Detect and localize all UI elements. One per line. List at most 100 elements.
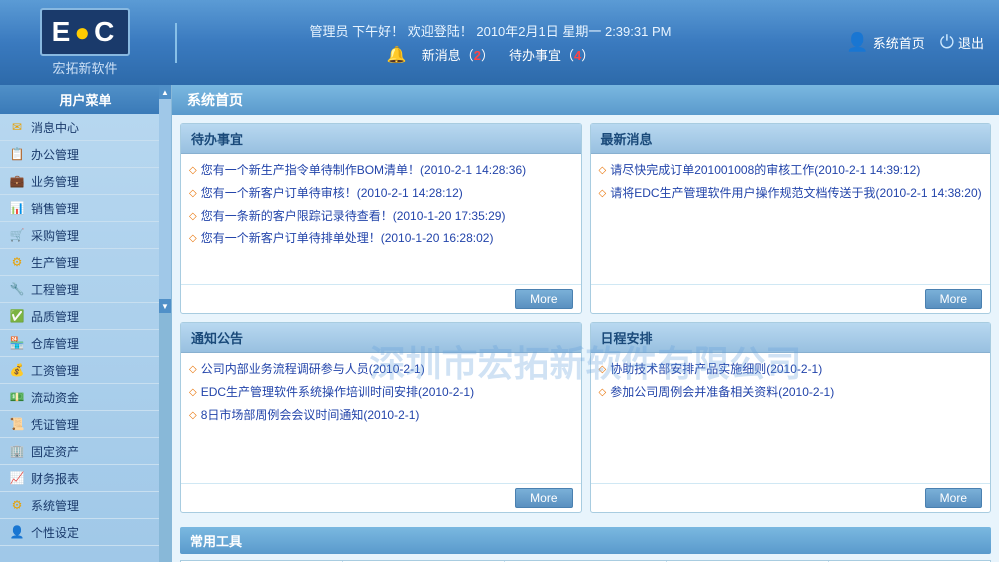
schedule-item-1[interactable]: 协助技术部安排产品实施细则(2010-2-1) bbox=[610, 361, 822, 378]
pending-text: 待办事宜（ bbox=[509, 48, 574, 63]
home-icon: 👤 bbox=[846, 32, 868, 53]
diamond-icon: ◇ bbox=[599, 187, 607, 201]
sidebar-item-warehouse[interactable]: 🏪 仓库管理 bbox=[0, 330, 171, 357]
sidebar-label-salary: 工资管理 bbox=[31, 362, 79, 379]
schedule-more-button[interactable]: More bbox=[925, 488, 982, 508]
logout-label: 退出 bbox=[958, 33, 984, 52]
personal-icon: 👤 bbox=[8, 523, 26, 541]
home-button[interactable]: 👤 系统首页 bbox=[846, 32, 924, 53]
sidebar-item-salary[interactable]: 💰 工资管理 bbox=[0, 357, 171, 384]
scroll-down-button[interactable]: ▼ bbox=[159, 299, 171, 313]
logout-button[interactable]: ⏻ 退出 bbox=[940, 32, 984, 53]
scroll-up-button[interactable]: ▲ bbox=[159, 85, 171, 99]
pending-item-1[interactable]: 您有一个新生产指令单待制作BOM清单！(2010-2-1 14:28:36) bbox=[201, 162, 526, 179]
sidebar-item-office[interactable]: 📋 办公管理 bbox=[0, 141, 171, 168]
header-center: 管理员 下午好！ 欢迎登陆！ 2010年2月1日 星期一 2:39:31 PM … bbox=[182, 21, 799, 65]
panel-notice: 通知公告 ◇ 公司内部业务流程调研参与人员(2010-2-1) ◇ EDC生产管… bbox=[180, 322, 582, 513]
diamond-icon: ◇ bbox=[189, 232, 197, 246]
list-item: ◇ 您有一个新客户订单待排单处理！(2010-1-20 16:28:02) bbox=[189, 230, 573, 247]
sidebar-item-production[interactable]: ⚙ 生产管理 bbox=[0, 249, 171, 276]
sidebar-title: 用户菜单 bbox=[0, 85, 171, 114]
main: 用户菜单 ✉ 消息中心 📋 办公管理 💼 业务管理 📊 销售管理 bbox=[0, 85, 999, 562]
diamond-icon: ◇ bbox=[189, 409, 197, 423]
news-item-2[interactable]: 请将EDC生产管理软件用户操作规范文档传送于我(2010-2-1 14:38:2… bbox=[610, 185, 981, 202]
sidebar-item-engineering[interactable]: 🔧 工程管理 bbox=[0, 276, 171, 303]
panel-schedule-body: ◇ 协助技术部安排产品实施细则(2010-2-1) ◇ 参加公司周例会并准备相关… bbox=[591, 353, 991, 483]
bell-icon: 🔔 bbox=[387, 45, 407, 65]
header: E●C 宏拓新软件 管理员 下午好！ 欢迎登陆！ 2010年2月1日 星期一 2… bbox=[0, 0, 999, 85]
sidebar-label-voucher: 凭证管理 bbox=[31, 416, 79, 433]
content-inner: 深圳市宏拓新软件有限公司 待办事宜 ◇ 您有一个新生产指令单待制作BOM清单！(… bbox=[172, 115, 999, 562]
panel-pending: 待办事宜 ◇ 您有一个新生产指令单待制作BOM清单！(2010-2-1 14:2… bbox=[180, 123, 582, 314]
sidebar-label-purchase: 采购管理 bbox=[31, 227, 79, 244]
sidebar-item-assets[interactable]: 🏢 固定资产 bbox=[0, 438, 171, 465]
pending-item-4[interactable]: 您有一个新客户订单待排单处理！(2010-1-20 16:28:02) bbox=[201, 230, 494, 247]
sidebar-item-sales[interactable]: 📊 销售管理 bbox=[0, 195, 171, 222]
panel-notice-footer: More bbox=[181, 483, 581, 512]
office-icon: 📋 bbox=[8, 145, 26, 163]
diamond-icon: ◇ bbox=[599, 386, 607, 400]
list-item: ◇ 您有一个新生产指令单待制作BOM清单！(2010-2-1 14:28:36) bbox=[189, 162, 573, 179]
list-item: ◇ 您有一条新的客户限踪记录待查看！(2010-1-20 17:35:29) bbox=[189, 208, 573, 225]
sidebar: 用户菜单 ✉ 消息中心 📋 办公管理 💼 业务管理 📊 销售管理 bbox=[0, 85, 172, 562]
list-item: ◇ 协助技术部安排产品实施细则(2010-2-1) bbox=[599, 361, 983, 378]
panel-notice-body: ◇ 公司内部业务流程调研参与人员(2010-2-1) ◇ EDC生产管理软件系统… bbox=[181, 353, 581, 483]
notice-item-1[interactable]: 公司内部业务流程调研参与人员(2010-2-1) bbox=[201, 361, 425, 378]
panel-news-title: 最新消息 bbox=[591, 124, 991, 154]
sidebar-item-purchase[interactable]: 🛒 采购管理 bbox=[0, 222, 171, 249]
list-item: ◇ 参加公司周例会并准备相关资料(2010-2-1) bbox=[599, 384, 983, 401]
sidebar-label-sysadmin: 系统管理 bbox=[31, 497, 79, 514]
list-item: ◇ EDC生产管理软件系统操作培训时间安排(2010-2-1) bbox=[189, 384, 573, 401]
sidebar-item-voucher[interactable]: 📜 凭证管理 bbox=[0, 411, 171, 438]
logo-subtitle: 宏拓新软件 bbox=[40, 58, 131, 77]
logo-e: E bbox=[52, 16, 75, 47]
sidebar-item-sysadmin[interactable]: ⚙ 系统管理 bbox=[0, 492, 171, 519]
pending-item-2[interactable]: 您有一个新客户订单待审核！(2010-2-1 14:28:12) bbox=[201, 185, 463, 202]
diamond-icon: ◇ bbox=[599, 363, 607, 377]
new-msg-end: ） bbox=[481, 48, 494, 63]
sidebar-scrollbar[interactable]: ▲ ▼ bbox=[159, 85, 171, 562]
schedule-item-2[interactable]: 参加公司周例会并准备相关资料(2010-2-1) bbox=[610, 384, 834, 401]
notice-item-2[interactable]: EDC生产管理软件系统操作培训时间安排(2010-2-1) bbox=[201, 384, 474, 401]
purchase-icon: 🛒 bbox=[8, 226, 26, 244]
panel-news: 最新消息 ◇ 请尽快完成订单201001008的审核工作(2010-2-1 14… bbox=[590, 123, 992, 314]
tools-section: 常用工具 万年日历 手机网络 世界时间 德政编码 ★market.salestw… bbox=[172, 521, 999, 562]
notice-more-button[interactable]: More bbox=[515, 488, 572, 508]
header-greeting: 管理员 下午好！ 欢迎登陆！ 2010年2月1日 星期一 2:39:31 PM bbox=[310, 21, 672, 40]
sidebar-label-production: 生产管理 bbox=[31, 254, 79, 271]
diamond-icon: ◇ bbox=[189, 386, 197, 400]
sidebar-label-quality: 品质管理 bbox=[31, 308, 79, 325]
diamond-icon: ◇ bbox=[189, 210, 197, 224]
news-more-button[interactable]: More bbox=[925, 289, 982, 309]
sales-icon: 📊 bbox=[8, 199, 26, 217]
header-right: 👤 系统首页 ⏻ 退出 bbox=[799, 32, 999, 53]
list-item: ◇ 请尽快完成订单201001008的审核工作(2010-2-1 14:39:1… bbox=[599, 162, 983, 179]
sidebar-item-message[interactable]: ✉ 消息中心 bbox=[0, 114, 171, 141]
sidebar-item-personal[interactable]: 👤 个性设定 bbox=[0, 519, 171, 546]
message-icon: ✉ bbox=[8, 118, 26, 136]
sidebar-label-assets: 固定资产 bbox=[31, 443, 79, 460]
quality-icon: ✅ bbox=[8, 307, 26, 325]
logo-c: C bbox=[94, 16, 118, 47]
sidebar-label-engineering: 工程管理 bbox=[31, 281, 79, 298]
pending-label: 待办事宜（4） bbox=[509, 45, 594, 64]
notice-item-3[interactable]: 8日市场部周例会会议时间通知(2010-2-1) bbox=[201, 407, 420, 424]
sidebar-item-business[interactable]: 💼 业务管理 bbox=[0, 168, 171, 195]
business-icon: 💼 bbox=[8, 172, 26, 190]
sidebar-item-finance[interactable]: 📈 财务报表 bbox=[0, 465, 171, 492]
cashflow-icon: 💵 bbox=[8, 388, 26, 406]
pending-more-button[interactable]: More bbox=[515, 289, 572, 309]
news-item-1[interactable]: 请尽快完成订单201001008的审核工作(2010-2-1 14:39:12) bbox=[610, 162, 920, 179]
new-msg-text: 新消息（ bbox=[422, 48, 474, 63]
list-item: ◇ 请将EDC生产管理软件用户操作规范文档传送于我(2010-2-1 14:38… bbox=[599, 185, 983, 202]
logo-box: E●C bbox=[40, 8, 131, 56]
pending-end: ） bbox=[581, 48, 594, 63]
pending-item-3[interactable]: 您有一条新的客户限踪记录待查看！(2010-1-20 17:35:29) bbox=[201, 208, 506, 225]
diamond-icon: ◇ bbox=[599, 164, 607, 178]
panel-pending-body: ◇ 您有一个新生产指令单待制作BOM清单！(2010-2-1 14:28:36)… bbox=[181, 154, 581, 284]
panel-pending-title: 待办事宜 bbox=[181, 124, 581, 154]
sidebar-item-cashflow[interactable]: 💵 流动资金 bbox=[0, 384, 171, 411]
sidebar-item-quality[interactable]: ✅ 品质管理 bbox=[0, 303, 171, 330]
tools-title: 常用工具 bbox=[180, 527, 991, 554]
new-msg-count[interactable]: 2 bbox=[474, 48, 481, 63]
